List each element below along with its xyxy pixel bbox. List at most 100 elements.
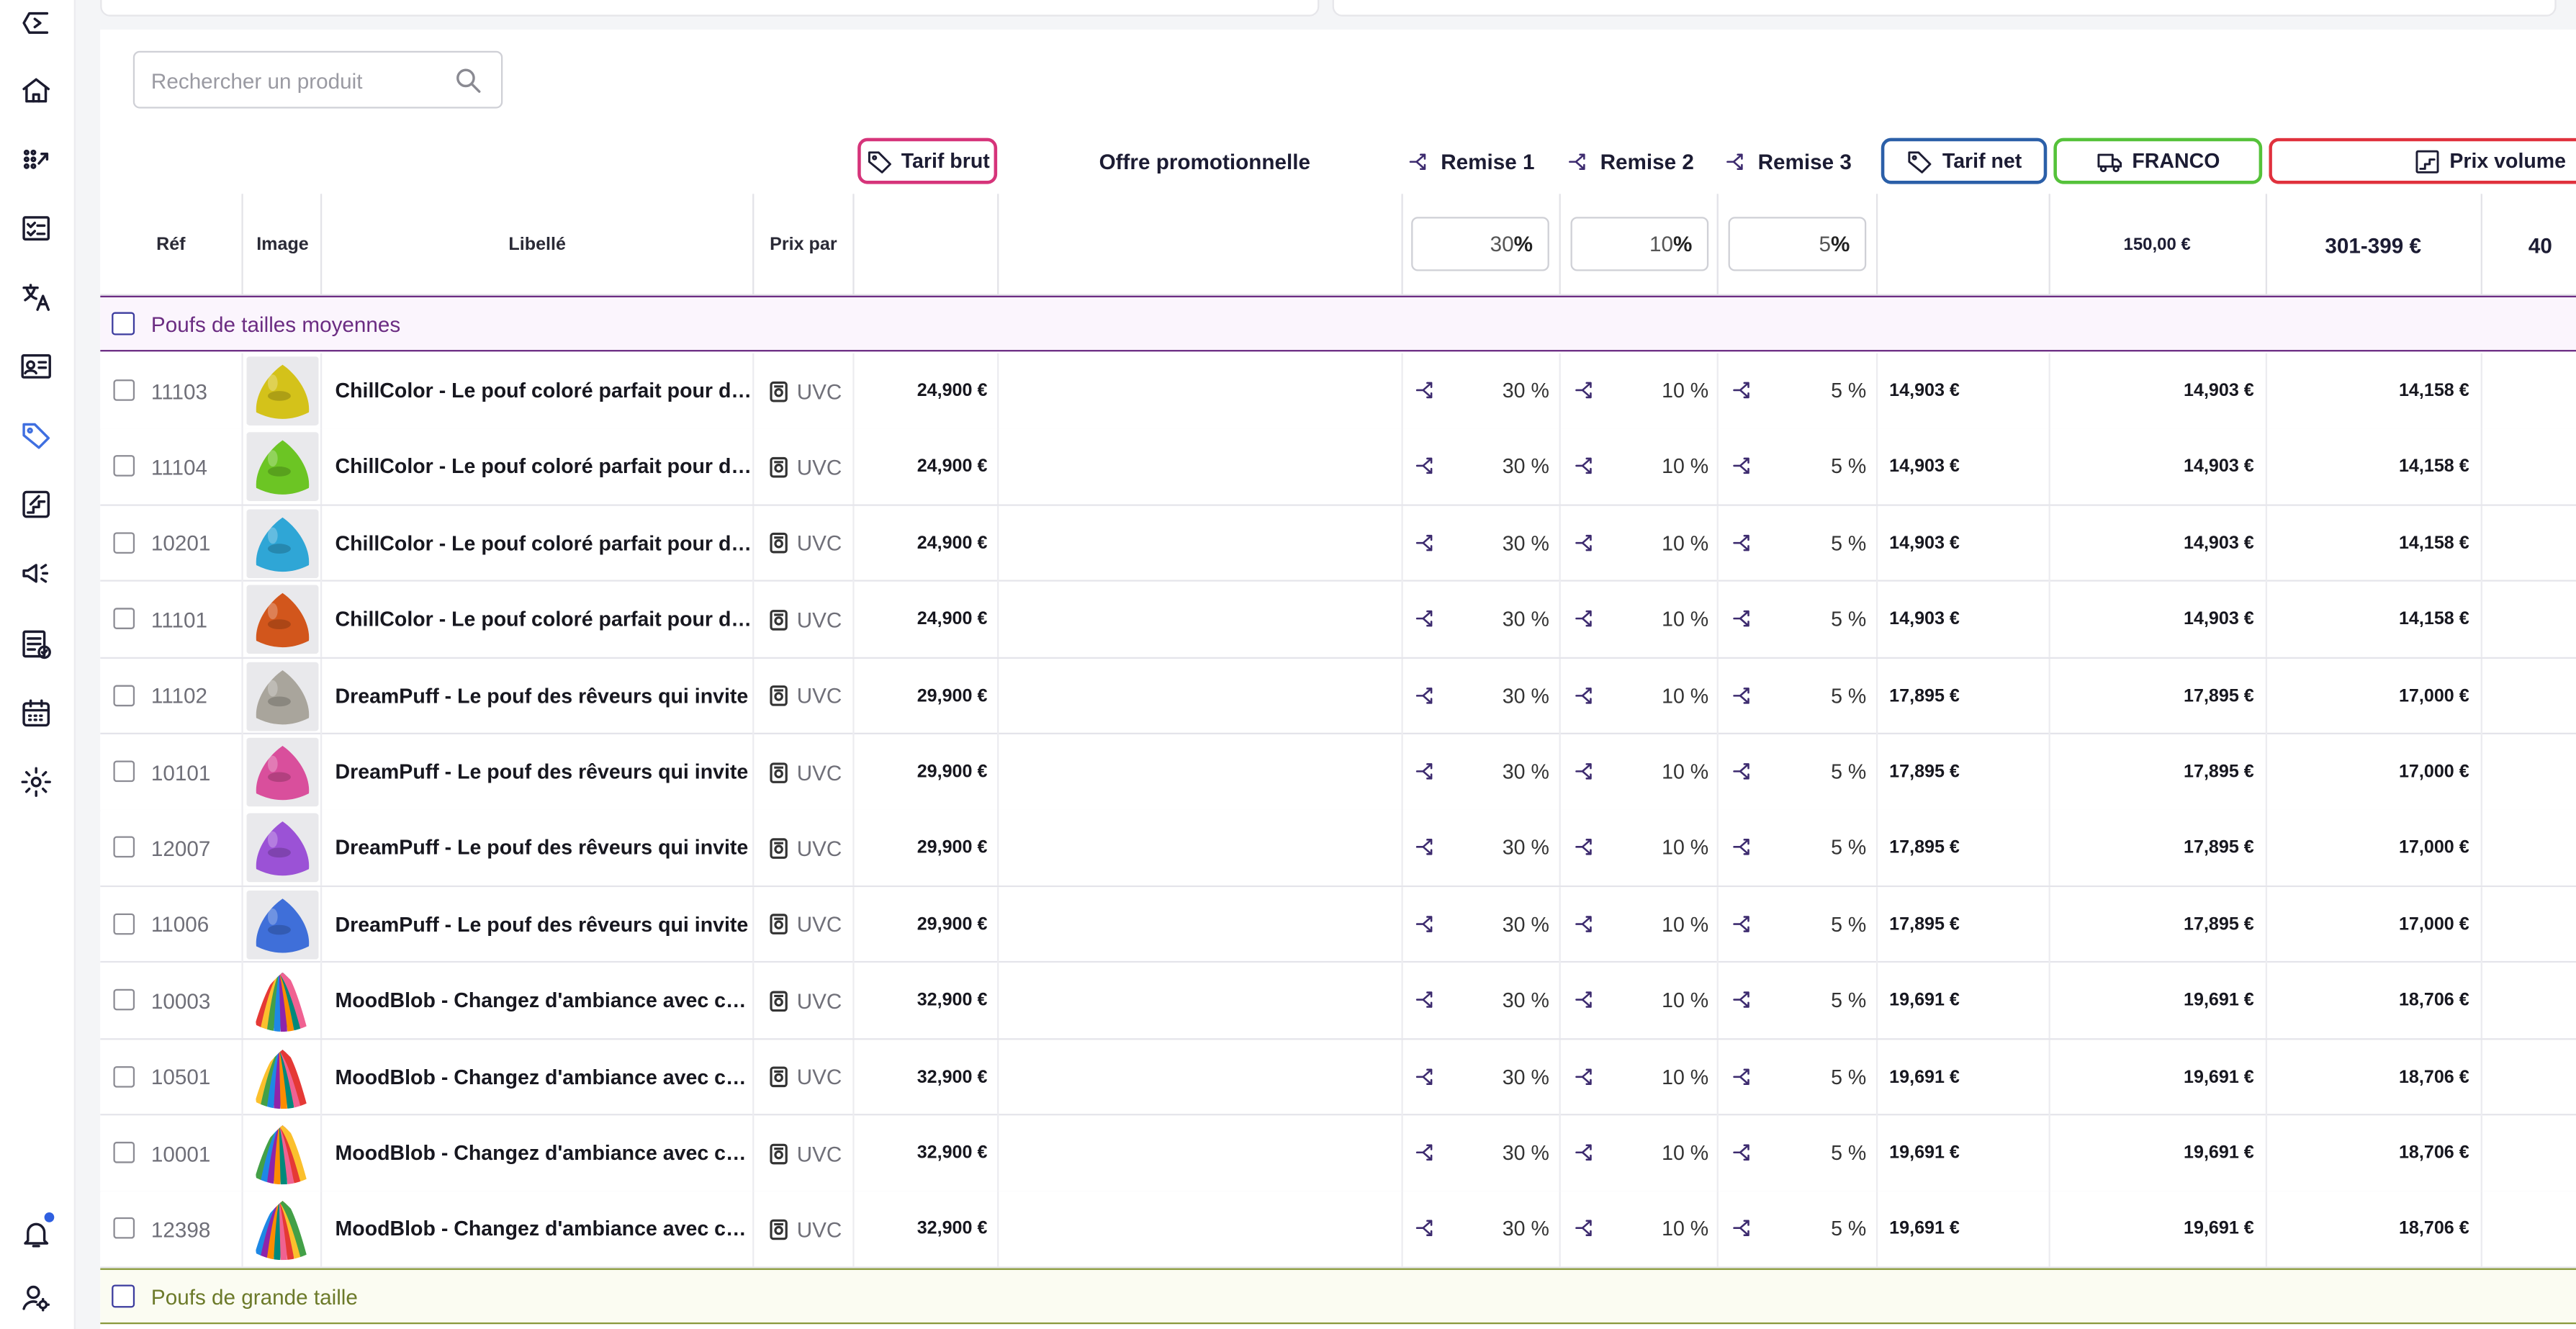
stairs-icon[interactable] <box>18 486 54 522</box>
row-remise-2[interactable]: 10 % <box>1638 1191 1708 1267</box>
row-remise-2[interactable]: 10 % <box>1638 734 1708 810</box>
price-tag-icon[interactable] <box>18 418 54 454</box>
user-settings-icon[interactable] <box>18 1280 54 1316</box>
group-row[interactable]: Poufs de tailles moyennes <box>100 295 2576 352</box>
group-checkbox[interactable] <box>112 1284 135 1308</box>
row-checkbox[interactable] <box>113 531 135 554</box>
row-libelle[interactable]: ChillColor - Le pouf coloré parfait pour… <box>335 429 755 505</box>
chip-tarif-brut[interactable]: Tarif brut <box>857 138 998 184</box>
table-row[interactable]: 10001 MoodBlob - Changez d'ambiance avec … <box>100 1115 2576 1192</box>
remise-1-input[interactable]: 30% <box>1411 217 1549 271</box>
row-remise-3[interactable]: 5 % <box>1797 658 1866 734</box>
row-checkbox[interactable] <box>113 760 135 783</box>
row-checkbox[interactable] <box>113 913 135 934</box>
row-libelle[interactable]: MoodBlob - Changez d'ambiance avec ce po… <box>335 1115 755 1191</box>
checklist-icon[interactable] <box>18 210 54 246</box>
row-remise-1[interactable]: 30 % <box>1480 963 1549 1039</box>
row-libelle[interactable]: MoodBlob - Changez d'ambiance avec ce po… <box>335 963 755 1039</box>
back-logo-icon[interactable] <box>18 5 54 41</box>
header-remise-3[interactable]: Remise 3 <box>1724 138 1852 184</box>
table-row[interactable]: 10003 MoodBlob - Changez d'ambiance avec … <box>100 963 2576 1040</box>
row-libelle[interactable]: ChillColor - Le pouf coloré parfait pour… <box>335 582 755 657</box>
row-libelle[interactable]: DreamPuff - Le pouf des rêveurs qui invi… <box>335 658 755 734</box>
home-icon[interactable] <box>18 72 54 108</box>
row-remise-3[interactable]: 5 % <box>1797 887 1866 963</box>
row-checkbox[interactable] <box>113 1066 135 1087</box>
row-remise-3[interactable]: 5 % <box>1797 353 1866 429</box>
row-remise-2[interactable]: 10 % <box>1638 505 1708 581</box>
row-remise-2[interactable]: 10 % <box>1638 1040 1708 1115</box>
bell-icon[interactable] <box>18 1212 55 1252</box>
row-remise-1[interactable]: 30 % <box>1480 429 1549 505</box>
settings-icon[interactable] <box>18 764 54 800</box>
dots-grid-icon[interactable] <box>18 141 54 177</box>
table-row[interactable]: 10501 MoodBlob - Changez d'ambiance avec … <box>100 1039 2576 1116</box>
row-remise-1[interactable]: 30 % <box>1480 1040 1549 1115</box>
row-checkbox[interactable] <box>113 379 135 401</box>
row-remise-1[interactable]: 30 % <box>1480 1191 1549 1267</box>
search-icon[interactable] <box>454 66 483 95</box>
row-remise-1[interactable]: 30 % <box>1480 353 1549 429</box>
row-remise-3[interactable]: 5 % <box>1797 811 1866 886</box>
row-checkbox[interactable] <box>113 1217 135 1240</box>
chip-tarif-net[interactable]: Tarif net <box>1881 138 2048 184</box>
table-row[interactable]: 10201 ChillColor - Le pouf coloré parfait… <box>100 505 2576 582</box>
table-row[interactable]: 11102 DreamPuff - Le pouf des rêveurs qui… <box>100 658 2576 735</box>
row-libelle[interactable]: DreamPuff - Le pouf des rêveurs qui invi… <box>335 811 755 886</box>
row-remise-3[interactable]: 5 % <box>1797 582 1866 657</box>
row-libelle[interactable]: MoodBlob - Changez d'ambiance avec ce po… <box>335 1040 755 1115</box>
row-remise-1[interactable]: 30 % <box>1480 505 1549 581</box>
row-remise-2[interactable]: 10 % <box>1638 429 1708 505</box>
group-row[interactable]: Poufs de grande taille <box>100 1268 2576 1325</box>
calendar-icon[interactable] <box>18 695 54 731</box>
document-check-icon[interactable] <box>18 626 54 662</box>
row-checkbox[interactable] <box>113 684 135 706</box>
row-remise-1[interactable]: 30 % <box>1480 582 1549 657</box>
header-remise-2[interactable]: Remise 2 <box>1566 138 1694 184</box>
row-checkbox[interactable] <box>113 989 135 1011</box>
row-remise-3[interactable]: 5 % <box>1797 429 1866 505</box>
search-input[interactable] <box>150 66 439 96</box>
row-remise-1[interactable]: 30 % <box>1480 734 1549 810</box>
col-ref[interactable]: Réf <box>100 194 241 295</box>
header-remise-1[interactable]: Remise 1 <box>1406 138 1535 184</box>
row-remise-3[interactable]: 5 % <box>1797 1191 1866 1267</box>
contact-card-icon[interactable] <box>18 348 54 384</box>
table-row[interactable]: 12398 MoodBlob - Changez d'ambiance avec … <box>100 1191 2576 1269</box>
table-row[interactable]: 11101 ChillColor - Le pouf coloré parfait… <box>100 582 2576 659</box>
row-libelle[interactable]: MoodBlob - Changez d'ambiance avec ce po… <box>335 1191 755 1267</box>
translate-icon[interactable] <box>18 279 54 315</box>
group-checkbox[interactable] <box>112 312 135 335</box>
row-remise-1[interactable]: 30 % <box>1480 658 1549 734</box>
row-remise-2[interactable]: 10 % <box>1638 887 1708 963</box>
col-prix-par[interactable]: Prix par <box>754 194 852 295</box>
row-checkbox[interactable] <box>113 1141 135 1163</box>
row-remise-3[interactable]: 5 % <box>1797 505 1866 581</box>
row-remise-2[interactable]: 10 % <box>1638 582 1708 657</box>
row-libelle[interactable]: DreamPuff - Le pouf des rêveurs qui invi… <box>335 887 755 963</box>
row-checkbox[interactable] <box>113 455 135 477</box>
megaphone-icon[interactable] <box>18 555 54 591</box>
row-libelle[interactable]: ChillColor - Le pouf coloré parfait pour… <box>335 353 755 429</box>
table-row[interactable]: 11006 DreamPuff - Le pouf des rêveurs qui… <box>100 886 2576 963</box>
table-row[interactable]: 12007 DreamPuff - Le pouf des rêveurs qui… <box>100 810 2576 887</box>
table-row[interactable]: 11104 ChillColor - Le pouf coloré parfait… <box>100 429 2576 506</box>
remise-2-input[interactable]: 10% <box>1570 217 1709 271</box>
row-remise-2[interactable]: 10 % <box>1638 1115 1708 1191</box>
table-row[interactable]: 11103 ChillColor - Le pouf coloré parfait… <box>100 353 2576 430</box>
row-remise-3[interactable]: 5 % <box>1797 1040 1866 1115</box>
row-remise-2[interactable]: 10 % <box>1638 353 1708 429</box>
row-remise-3[interactable]: 5 % <box>1797 963 1866 1039</box>
row-remise-1[interactable]: 30 % <box>1480 811 1549 886</box>
table-row[interactable]: 10101 DreamPuff - Le pouf des rêveurs qui… <box>100 734 2576 811</box>
row-checkbox[interactable] <box>113 837 135 859</box>
row-remise-1[interactable]: 30 % <box>1480 1115 1549 1191</box>
row-remise-1[interactable]: 30 % <box>1480 887 1549 963</box>
chip-franco[interactable]: FRANCO <box>2053 138 2263 184</box>
row-remise-2[interactable]: 10 % <box>1638 963 1708 1039</box>
row-remise-3[interactable]: 5 % <box>1797 1115 1866 1191</box>
row-libelle[interactable]: DreamPuff - Le pouf des rêveurs qui invi… <box>335 734 755 810</box>
row-remise-2[interactable]: 10 % <box>1638 811 1708 886</box>
remise-3-input[interactable]: 5% <box>1728 217 1867 271</box>
chip-prix-volume[interactable]: Prix volume <box>2269 138 2576 184</box>
